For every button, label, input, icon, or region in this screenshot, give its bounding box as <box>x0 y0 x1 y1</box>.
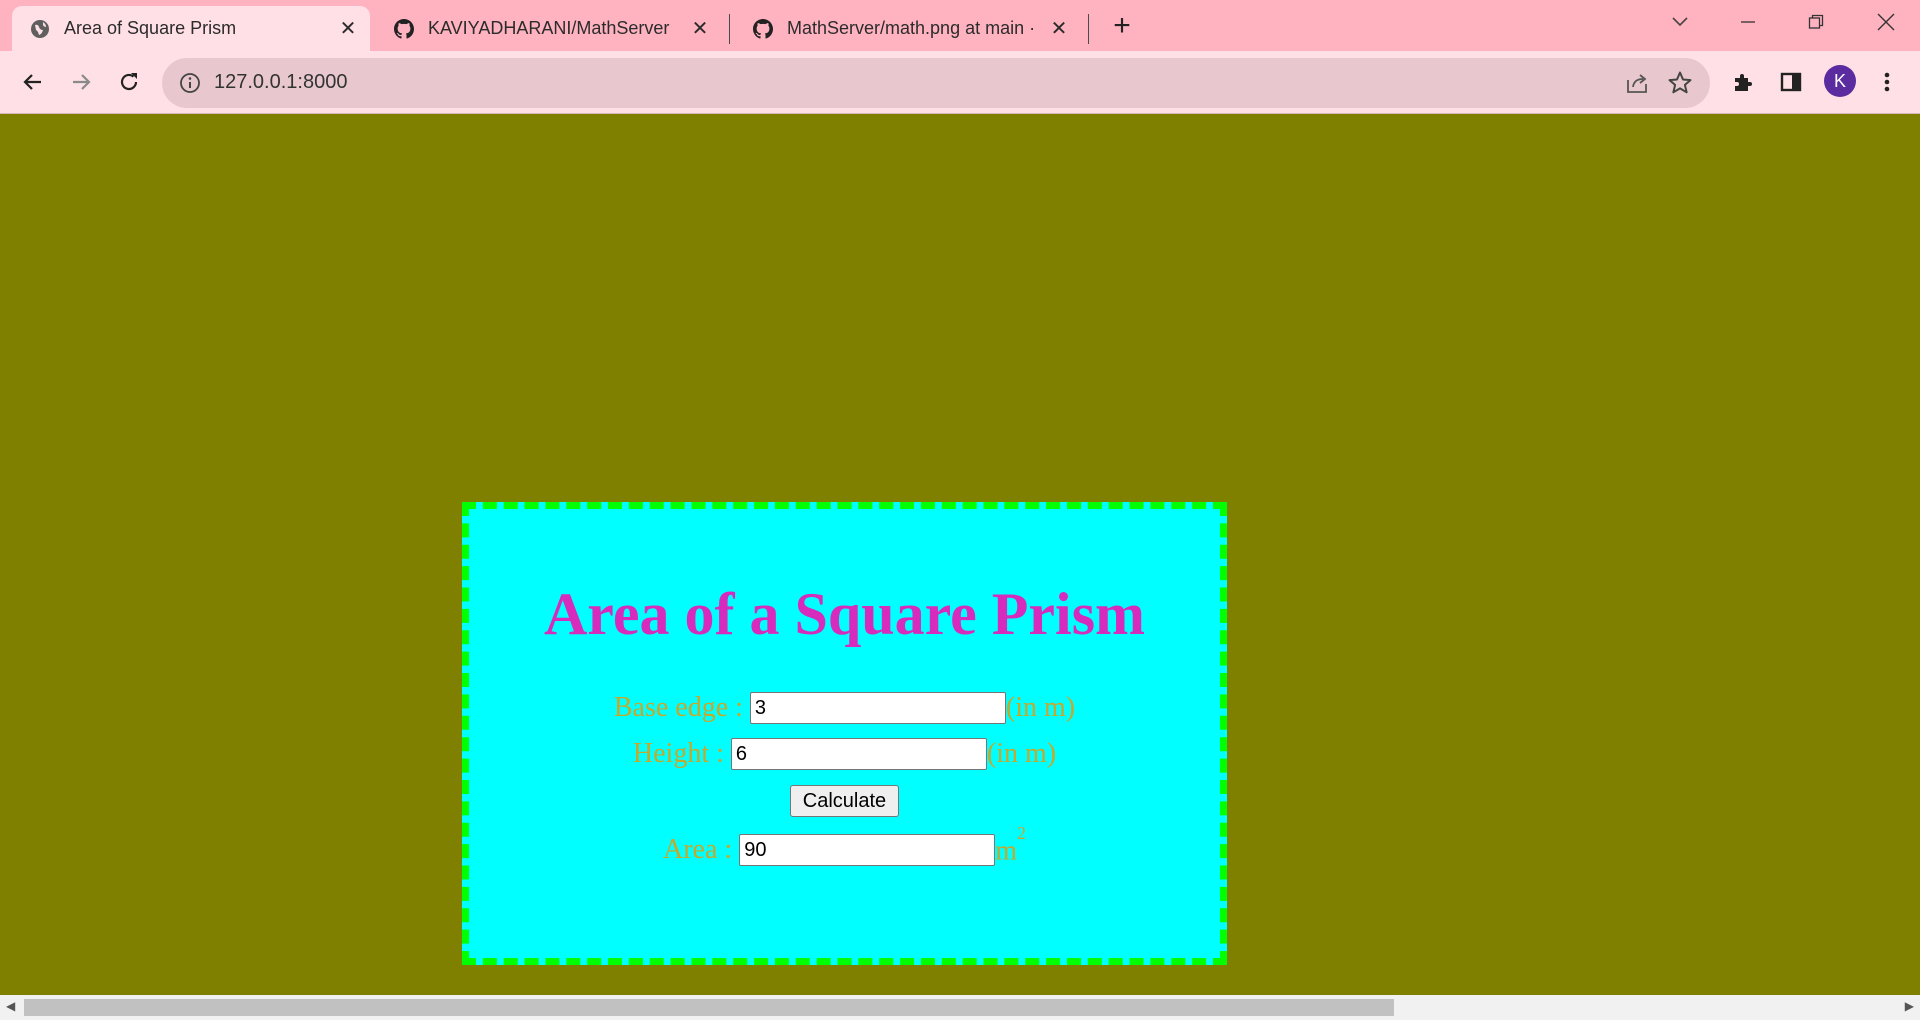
globe-icon <box>30 19 50 39</box>
tab-search-icon[interactable] <box>1650 0 1710 44</box>
new-tab-button[interactable]: + <box>1104 8 1140 44</box>
height-row: Height : (in m) <box>469 731 1220 777</box>
address-bar[interactable]: 127.0.0.1:8000 <box>162 58 1710 108</box>
tab-separator <box>729 14 730 44</box>
scroll-left-arrow-icon[interactable]: ◀ <box>6 999 15 1013</box>
tab-github-mathserver[interactable]: KAVIYADHARANI/MathServer ✕ <box>376 6 722 51</box>
height-label: Height : <box>632 738 724 769</box>
restore-button[interactable] <box>1786 0 1846 44</box>
forward-button[interactable] <box>62 63 100 101</box>
height-input[interactable] <box>730 738 987 770</box>
tab-title: MathServer/math.png at main · <box>787 18 1036 38</box>
area-unit-exponent: 2 <box>1016 822 1026 843</box>
tab-title: Area of Square Prism <box>64 18 237 38</box>
height-unit: (in m) <box>986 738 1057 769</box>
bookmark-star-icon[interactable] <box>1666 69 1694 97</box>
close-icon[interactable]: ✕ <box>1045 15 1073 43</box>
area-unit: m2 <box>995 823 1026 867</box>
close-icon[interactable]: ✕ <box>686 15 714 43</box>
reload-button[interactable] <box>110 63 148 101</box>
tab-area-of-square-prism[interactable]: Area of Square Prism ✕ <box>12 6 370 51</box>
base-edge-label: Base edge : <box>613 692 743 723</box>
site-info-icon[interactable] <box>178 71 202 95</box>
tab-title: KAVIYADHARANI/MathServer <box>428 18 670 38</box>
calculate-row: Calculate <box>469 777 1220 825</box>
back-button[interactable] <box>14 63 52 101</box>
browser-toolbar: 127.0.0.1:8000 K <box>0 51 1920 114</box>
tab-github-math-png[interactable]: MathServer/math.png at main · ✕ <box>735 6 1081 51</box>
profile-avatar[interactable]: K <box>1824 65 1856 97</box>
calculate-button[interactable]: Calculate <box>789 785 900 817</box>
scroll-right-arrow-icon[interactable]: ▶ <box>1905 999 1914 1013</box>
close-icon[interactable]: ✕ <box>334 15 362 43</box>
github-icon <box>394 18 414 39</box>
tab-separator <box>1088 14 1089 44</box>
base-edge-input[interactable] <box>749 692 1006 724</box>
github-icon <box>753 18 773 39</box>
url-text[interactable]: 127.0.0.1:8000 <box>214 71 347 94</box>
minimize-button[interactable] <box>1718 0 1778 44</box>
area-row: Area : m2 <box>469 823 1220 873</box>
calculator-card: Area of a Square Prism Base edge : (in m… <box>462 502 1227 965</box>
page-viewport: Area of a Square Prism Base edge : (in m… <box>0 115 1920 995</box>
horizontal-scrollbar[interactable]: ◀ ▶ <box>0 995 1920 1020</box>
side-panel-icon[interactable] <box>1772 63 1810 101</box>
scrollbar-thumb[interactable] <box>24 999 1394 1016</box>
page-heading: Area of a Square Prism <box>543 581 1146 647</box>
area-output[interactable] <box>739 834 996 866</box>
kebab-menu-icon[interactable] <box>1868 63 1906 101</box>
area-unit-base: m <box>995 835 1017 867</box>
close-window-button[interactable] <box>1856 0 1916 44</box>
base-edge-unit: (in m) <box>1005 692 1076 723</box>
share-icon[interactable] <box>1624 70 1650 96</box>
base-edge-row: Base edge : (in m) <box>469 685 1220 731</box>
tab-strip: Area of Square Prism ✕ KAVIYADHARANI/Mat… <box>0 0 1920 51</box>
extensions-icon[interactable] <box>1724 63 1762 101</box>
area-label: Area : <box>663 834 733 865</box>
